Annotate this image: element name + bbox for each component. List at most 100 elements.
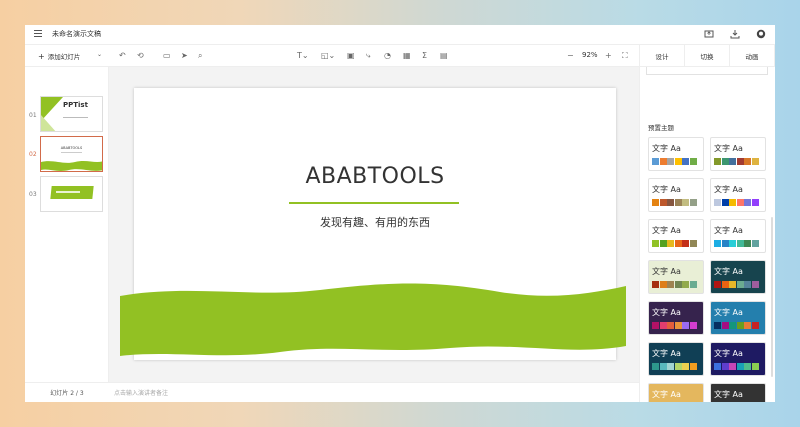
search-icon[interactable]: ⌕ [198, 50, 202, 62]
image-icon[interactable]: ▣ [347, 50, 355, 62]
color-swatch [751, 322, 759, 329]
zoom-level[interactable]: 92% [582, 51, 598, 59]
theme-card[interactable]: 文字 Aa [710, 383, 766, 402]
color-swatch [714, 158, 721, 165]
scrollbar[interactable] [771, 217, 773, 377]
color-swatch [659, 281, 667, 288]
color-swatch [659, 240, 667, 247]
theme-card[interactable]: 文字 Aa [710, 137, 766, 171]
color-swatch [751, 158, 759, 165]
theme-card[interactable]: 文字 Aa [648, 342, 704, 376]
color-swatch [729, 281, 736, 288]
theme-swatches [714, 322, 759, 329]
theme-card[interactable]: 文字 Aa [648, 137, 704, 171]
line-icon[interactable]: ⤷ [366, 50, 370, 62]
slide-thumbnail-1[interactable]: PPTist [40, 96, 103, 132]
menu-icon[interactable] [34, 30, 42, 38]
color-swatch [744, 158, 751, 165]
color-swatch [689, 322, 697, 329]
color-swatch [667, 363, 674, 370]
section-title: 预置主题 [648, 124, 674, 132]
slide-thumbnail-3[interactable] [40, 176, 103, 212]
plus-icon: + [38, 51, 45, 61]
color-swatch [721, 322, 729, 329]
theme-label: 文字 Aa [714, 267, 743, 276]
theme-card[interactable]: 文字 Aa [648, 178, 704, 212]
theme-label: 文字 Aa [652, 144, 681, 153]
add-slide-button[interactable]: + 添加幻灯片 [38, 51, 80, 62]
github-icon[interactable] [755, 28, 767, 40]
chevron-down-icon[interactable]: ⌄ [97, 51, 102, 58]
theme-swatches [652, 158, 697, 165]
theme-swatches [714, 158, 759, 165]
zoom-in-icon[interactable]: + [605, 50, 612, 62]
undo-icon[interactable]: ↶ [119, 50, 126, 62]
theme-card[interactable]: 文字 Aa [710, 260, 766, 294]
theme-card[interactable]: 文字 Aa [710, 301, 766, 335]
color-swatch [751, 240, 759, 247]
theme-card[interactable]: 文字 Aa [648, 219, 704, 253]
canvas-area[interactable]: ABABTOOLS 发现有趣、有用的东西 [109, 67, 639, 382]
tab-design[interactable]: 设计 [640, 45, 685, 66]
download-icon[interactable] [729, 28, 741, 40]
color-swatch [667, 199, 674, 206]
color-swatch [674, 158, 682, 165]
color-swatch [721, 281, 729, 288]
color-swatch [729, 158, 736, 165]
color-swatch [689, 240, 697, 247]
slide-subtitle[interactable]: 发现有趣、有用的东西 [134, 214, 616, 230]
theme-swatches [652, 363, 697, 370]
tab-transition[interactable]: 切换 [685, 45, 730, 66]
zoom-out-icon[interactable]: − [567, 50, 574, 62]
color-swatch [744, 363, 751, 370]
text-icon[interactable]: T⌄ [297, 50, 309, 62]
color-swatch [736, 363, 744, 370]
color-swatch [714, 322, 721, 329]
color-swatch [674, 199, 682, 206]
shape-icon[interactable]: ◱⌄ [321, 50, 335, 62]
wave-shape[interactable] [120, 276, 626, 366]
theme-card[interactable]: 文字 Aa [710, 342, 766, 376]
theme-swatches [714, 240, 759, 247]
notes-input[interactable]: 点击输入演讲者备注 [109, 382, 639, 402]
thumbnail-number: 02 [29, 151, 37, 158]
app-window: 未命名演示文稿 + 添加幻灯片 ⌄ ↶ ⟲ ▭ ➤ ⌕ T⌄ ◱⌄ ▣ ⤷ ◔ [25, 25, 775, 402]
fullscreen-icon[interactable]: ⛶ [622, 50, 628, 62]
color-swatch [652, 240, 659, 247]
theme-label: 文字 Aa [652, 185, 681, 194]
color-swatch [667, 240, 674, 247]
tab-animation[interactable]: 动画 [730, 45, 775, 66]
slide-thumbnail-panel: 01 PPTist 02 ABABTOOLS 03 [25, 67, 109, 382]
color-swatch [721, 363, 729, 370]
slide-canvas[interactable]: ABABTOOLS 发现有趣、有用的东西 [120, 88, 626, 360]
theme-swatches [714, 199, 759, 206]
color-swatch [721, 158, 729, 165]
slide-thumbnail-2[interactable]: ABABTOOLS [40, 136, 103, 172]
chart-icon[interactable]: ◔ [384, 50, 391, 62]
color-swatch [674, 281, 682, 288]
theme-swatches [652, 240, 697, 247]
formula-icon[interactable]: Σ [422, 50, 427, 62]
thumbnail-number: 01 [29, 112, 37, 119]
theme-label: 文字 Aa [652, 349, 681, 358]
select-icon[interactable]: ➤ [181, 50, 188, 62]
color-swatch [729, 199, 736, 206]
theme-card[interactable]: 文字 Aa [710, 219, 766, 253]
right-panel-tabs: 设计 切换 动画 [639, 45, 775, 67]
theme-label: 文字 Aa [652, 267, 681, 276]
theme-card[interactable]: 文字 Aa [648, 260, 704, 294]
table-icon[interactable]: ▦ [403, 50, 411, 62]
theme-card[interactable]: 文字 Aa [710, 178, 766, 212]
color-swatch [652, 199, 659, 206]
theme-card[interactable]: 文字 Aa [648, 383, 704, 402]
comment-icon[interactable]: ▭ [163, 50, 171, 62]
theme-label: 文字 Aa [714, 390, 743, 399]
theme-card[interactable]: 文字 Aa [648, 301, 704, 335]
theme-label: 文字 Aa [714, 185, 743, 194]
color-swatch [744, 281, 751, 288]
export-icon[interactable] [703, 28, 715, 40]
redo-icon[interactable]: ⟲ [137, 50, 144, 62]
document-title[interactable]: 未命名演示文稿 [52, 29, 101, 39]
media-icon[interactable]: ▤ [440, 50, 448, 62]
slide-title[interactable]: ABABTOOLS [134, 164, 616, 189]
